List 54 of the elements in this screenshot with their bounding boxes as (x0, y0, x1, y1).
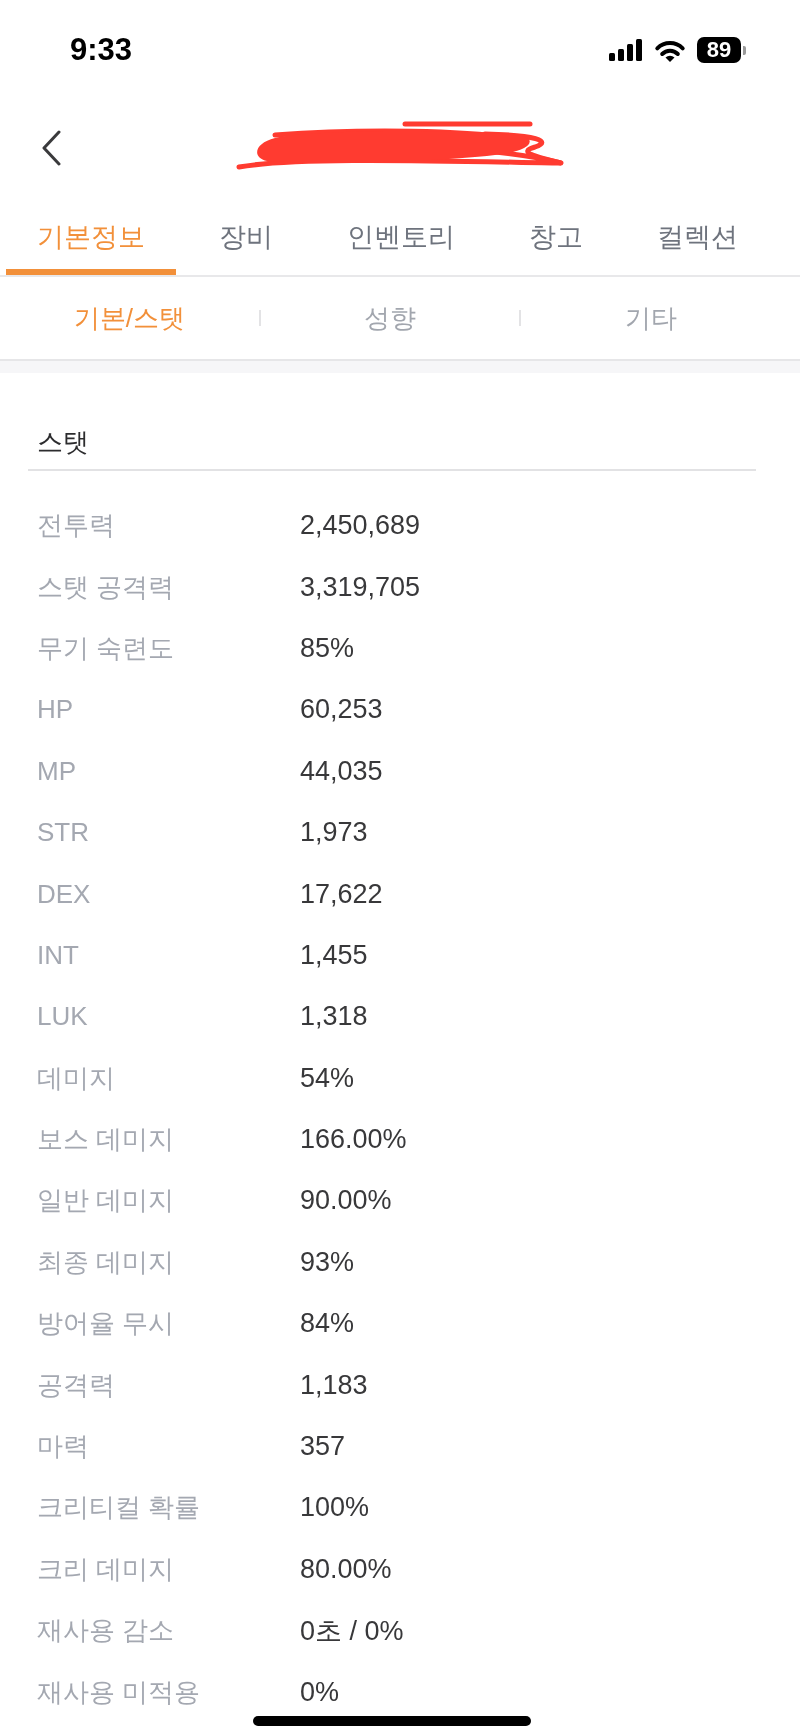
stat-value: 357 (300, 1431, 346, 1463)
stat-value: 3,319,705 (300, 571, 421, 603)
stat-label: 방어율 무시 (37, 1307, 175, 1341)
stat-label: STR (37, 817, 89, 849)
wifi-icon (654, 38, 686, 62)
stat-label: MP (37, 755, 76, 787)
stat-label: HP (37, 694, 74, 726)
stat-value: 44,035 (300, 755, 383, 787)
stat-label: INT (37, 939, 79, 971)
section-title: 스탯 (37, 426, 89, 459)
stat-value: 80.00% (300, 1553, 392, 1585)
stat-value: 1,318 (300, 1001, 368, 1033)
stat-value: 0초 / 0% (300, 1614, 404, 1648)
tab[interactable]: 창고 (498, 195, 614, 275)
stat-value: 100% (300, 1492, 370, 1524)
stat-value: 54% (300, 1062, 355, 1094)
tab[interactable]: 장비 (188, 195, 304, 275)
stat-value: 1,973 (300, 817, 368, 849)
tab[interactable]: 컬렉션 (626, 195, 769, 275)
stat-label: LUK (37, 1001, 88, 1033)
stat-label: DEX (37, 878, 91, 910)
stat-label: 데미지 (37, 1061, 115, 1095)
stat-label: 스탯 공격력 (37, 570, 175, 604)
stat-label: 일반 데미지 (37, 1184, 175, 1218)
stat-label: 보스 데미지 (37, 1123, 175, 1157)
battery-cap-icon (743, 45, 746, 55)
stat-value: 60,253 (300, 694, 383, 726)
stat-label: 무기 숙련도 (37, 631, 175, 665)
stat-value: 17,622 (300, 878, 383, 910)
stat-value: 1,183 (300, 1369, 368, 1401)
chevron-left-icon (41, 129, 61, 166)
tab[interactable]: 인벤토리 (316, 195, 486, 275)
stat-value: 166.00% (300, 1124, 407, 1156)
stat-value: 85% (300, 632, 355, 664)
signal-icon (609, 39, 643, 61)
sub-tab[interactable]: 성향 (260, 293, 520, 343)
stat-label: 마력 (37, 1430, 89, 1464)
stat-value: 2,450,689 (300, 510, 421, 542)
stat-label: 공격력 (37, 1368, 115, 1402)
stat-value: 1,455 (300, 939, 368, 971)
stat-value: 90.00% (300, 1185, 392, 1217)
stat-label: 최종 데미지 (37, 1245, 175, 1279)
stat-label: 크리 데미지 (37, 1552, 175, 1586)
stat-label: 전투력 (37, 509, 115, 543)
battery-indicator: 89 (697, 37, 741, 63)
stat-label: 재사용 미적용 (37, 1675, 201, 1709)
back-button[interactable] (41, 129, 61, 166)
stat-value: 84% (300, 1308, 355, 1340)
stat-label: 재사용 감소 (37, 1614, 175, 1648)
sub-tab[interactable]: 기타 (521, 293, 780, 343)
stat-value: 0% (300, 1676, 340, 1708)
stat-value: 93% (300, 1246, 355, 1278)
stat-label: 크리티컬 확률 (37, 1491, 201, 1525)
status-time: 9:33 (70, 32, 133, 68)
